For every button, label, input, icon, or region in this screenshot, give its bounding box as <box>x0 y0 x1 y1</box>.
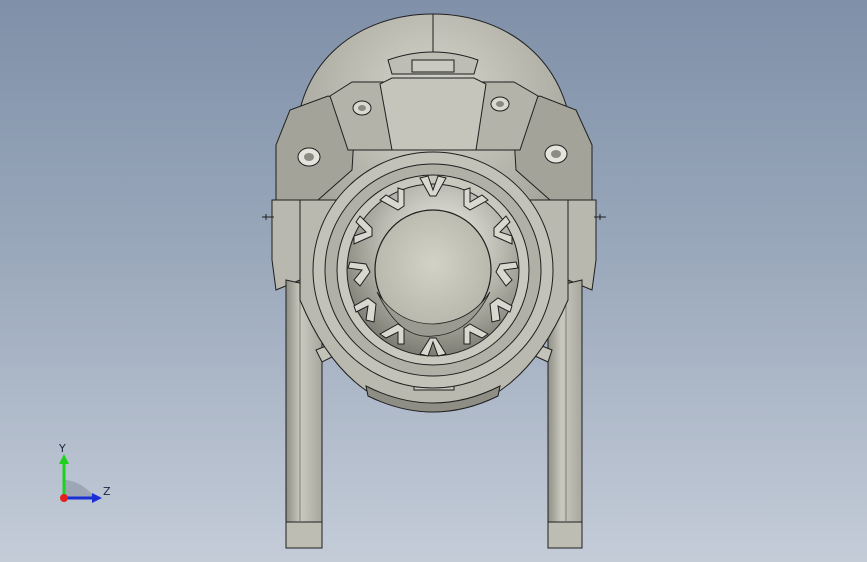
cad-graphics-viewport[interactable]: Y Z <box>0 0 867 562</box>
x-axis-dot <box>60 494 68 502</box>
triad-axes <box>59 454 102 503</box>
y-axis-label: Y <box>59 442 66 455</box>
view-orientation-triad[interactable]: Y Z <box>40 440 120 512</box>
central-bore <box>374 209 492 337</box>
z-axis-label: Z <box>103 485 111 498</box>
top-flange <box>329 77 539 151</box>
cad-part-model[interactable] <box>0 0 867 562</box>
